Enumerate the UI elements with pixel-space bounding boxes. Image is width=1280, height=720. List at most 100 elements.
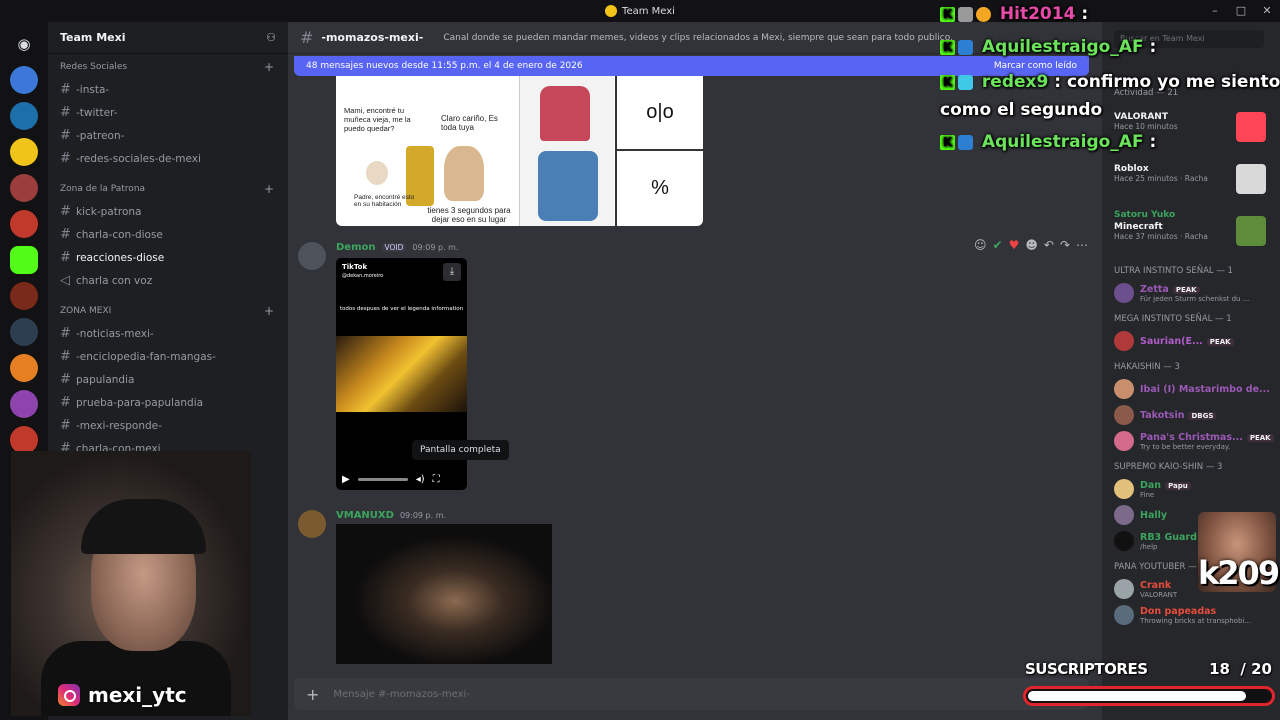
add-channel-icon[interactable]: + bbox=[264, 60, 274, 74]
member-status: /help bbox=[1140, 542, 1158, 551]
meme-figure-reader bbox=[538, 151, 598, 221]
channel-twitter[interactable]: # -twitter- bbox=[48, 101, 288, 124]
reaction-heart-icon[interactable]: ♥ bbox=[1009, 238, 1020, 252]
download-icon[interactable]: ⤓ bbox=[443, 263, 461, 281]
kick-server-icon[interactable] bbox=[10, 246, 38, 274]
speaker-icon: ◁ bbox=[60, 273, 70, 288]
roblox-icon bbox=[1236, 164, 1266, 194]
video-frame bbox=[336, 336, 467, 412]
badge-icon bbox=[976, 6, 991, 22]
category-patrona[interactable]: Zona de la Patrona + bbox=[48, 176, 288, 200]
forward-icon[interactable]: ↷ bbox=[1060, 238, 1070, 252]
reaction-laugh-icon[interactable]: ☺ bbox=[974, 238, 987, 252]
play-icon[interactable]: ▶ bbox=[342, 474, 350, 485]
message-input[interactable]: + Mensaje #-momazos-mexi- ⧉ ▤ bbox=[294, 678, 1089, 710]
reply-icon[interactable]: ↶ bbox=[1044, 238, 1054, 252]
reaction-check-icon[interactable]: ✔ bbox=[993, 238, 1003, 252]
category-redes[interactable]: Redes Sociales + bbox=[48, 54, 288, 78]
channel-charla-con-diose[interactable]: # charla-con-diose bbox=[48, 223, 288, 246]
attach-plus-icon[interactable]: + bbox=[306, 685, 319, 704]
channel-charla-con-voz[interactable]: ◁ charla con voz bbox=[48, 269, 288, 292]
member-item[interactable]: Ibai (I) Mastarimbo de... bbox=[1114, 376, 1280, 402]
badge-icon bbox=[958, 39, 973, 55]
username[interactable]: VMANUXD bbox=[336, 510, 394, 521]
overlay-text: : bbox=[1081, 4, 1089, 24]
channel-label: -patreon- bbox=[76, 129, 125, 142]
avatar[interactable] bbox=[298, 242, 326, 270]
channel-reacciones-diose[interactable]: # reacciones-diose bbox=[48, 246, 288, 269]
overlay-text: : bbox=[1149, 37, 1157, 57]
overlay-text: : confirmo yo me siento bbox=[1054, 72, 1280, 92]
video-progress-bar[interactable] bbox=[357, 477, 408, 481]
member-item[interactable]: Dan Papu Fine bbox=[1114, 476, 1280, 502]
timestamp: 09:09 p. m. bbox=[399, 511, 447, 520]
direct-messages-icon[interactable]: ◉ bbox=[10, 30, 38, 58]
video-source-label: TikTok @dekan.moreiro bbox=[342, 263, 383, 279]
more-icon[interactable]: ⋯ bbox=[1076, 238, 1088, 252]
member-info: Hally bbox=[1140, 510, 1167, 521]
channel-papulandia[interactable]: # papulandia bbox=[48, 368, 288, 391]
channel-insta[interactable]: # -insta- bbox=[48, 78, 288, 101]
server-icon-4[interactable] bbox=[10, 174, 38, 202]
member-name: Takotsin DBGS bbox=[1140, 409, 1217, 421]
add-channel-icon[interactable]: + bbox=[264, 182, 274, 196]
attached-image[interactable] bbox=[336, 524, 552, 664]
message-actions: ☺ ✔ ♥ ☻ ↶ ↷ ⋯ bbox=[974, 238, 1088, 252]
channel-mexi-responde[interactable]: # -mexi-responde- bbox=[48, 414, 288, 437]
activity-card-roblox[interactable]: Roblox Hace 25 minutos · Racha bbox=[1114, 154, 1280, 206]
window-title-wrap: Team Mexi bbox=[605, 5, 675, 17]
member-item[interactable]: Takotsin DBGS bbox=[1114, 402, 1280, 428]
server-icon-11[interactable] bbox=[10, 426, 38, 454]
member-badge: Papu bbox=[1165, 481, 1191, 490]
server-icon-9[interactable] bbox=[10, 354, 38, 382]
add-reaction-icon[interactable]: ☻ bbox=[1025, 238, 1038, 252]
member-status: Für jeden Sturm schenkst du ... bbox=[1140, 294, 1250, 303]
activity-card-minecraft[interactable]: Satoru Yuko Minecraft Hace 37 minutos · … bbox=[1114, 206, 1280, 258]
member-status: Try to be better everyday. bbox=[1140, 442, 1231, 451]
subs-progress-track bbox=[1023, 686, 1275, 706]
meme-text-4: tienes 3 segundos para dejar eso en su l… bbox=[427, 206, 511, 224]
overlay-user: Hit2014 bbox=[999, 4, 1076, 24]
member-name: RB3 Guard bbox=[1140, 531, 1197, 543]
channel-label: -enciclopedia-fan-mangas- bbox=[76, 350, 216, 363]
fullscreen-icon[interactable]: ⛶ bbox=[433, 474, 440, 485]
member-item[interactable]: Zetta PEAK Für jeden Sturm schenkst du ..… bbox=[1114, 280, 1280, 306]
server-icon-5[interactable] bbox=[10, 210, 38, 238]
kick-badge-icon: K bbox=[940, 6, 955, 22]
channel-prueba-papulandia[interactable]: # prueba-para-papulandia bbox=[48, 391, 288, 414]
meme-image[interactable]: Mami, encontré tu muñeca vieja, me la pu… bbox=[336, 76, 703, 226]
category-zona-mexi[interactable]: ZONA MEXI + bbox=[48, 298, 288, 322]
channel-noticias-mexi[interactable]: # -noticias-mexi- bbox=[48, 322, 288, 345]
hash-icon: # bbox=[300, 28, 314, 47]
add-channel-icon[interactable]: + bbox=[264, 304, 274, 318]
channel-enciclopedia[interactable]: # -enciclopedia-fan-mangas- bbox=[48, 345, 288, 368]
avatar[interactable] bbox=[298, 510, 326, 538]
username[interactable]: Demon bbox=[336, 242, 376, 253]
member-item[interactable]: Pana's Christmas... PEAK Try to be better… bbox=[1114, 428, 1280, 454]
peak-badge: PEAK bbox=[1206, 337, 1234, 346]
member-item[interactable]: Saurian(E... PEAK bbox=[1114, 328, 1280, 354]
server-icon-10[interactable] bbox=[10, 390, 38, 418]
avatar bbox=[1114, 405, 1134, 425]
member-item[interactable]: Don papeadas Throwing bricks at transpho… bbox=[1114, 602, 1280, 628]
server-icon-2[interactable] bbox=[10, 102, 38, 130]
channel-label: -insta- bbox=[76, 83, 110, 96]
server-icon-1[interactable] bbox=[10, 66, 38, 94]
channel-patreon[interactable]: # -patreon- bbox=[48, 124, 288, 147]
member-name-text: Takotsin bbox=[1140, 409, 1185, 421]
member-name: Zetta PEAK bbox=[1140, 284, 1249, 295]
channel-label: charla-con-diose bbox=[76, 228, 163, 241]
channel-redes-sociales[interactable]: # -redes-sociales-de-mexi bbox=[48, 147, 288, 170]
server-icon-7[interactable] bbox=[10, 282, 38, 310]
server-header[interactable]: Team Mexi ⚇ bbox=[48, 22, 288, 54]
add-member-icon[interactable]: ⚇ bbox=[266, 31, 276, 44]
channel-kick-patrona[interactable]: # kick-patrona bbox=[48, 200, 288, 223]
member-name-text: Pana's Christmas... bbox=[1140, 431, 1243, 443]
subs-count: 18 / 20 bbox=[1209, 660, 1272, 678]
member-name: Dan Papu bbox=[1140, 480, 1191, 491]
peak-badge: PEAK bbox=[1172, 285, 1200, 294]
server-icon-8[interactable] bbox=[10, 318, 38, 346]
peak-badge: PEAK bbox=[1246, 433, 1274, 442]
volume-icon[interactable]: ◂) bbox=[416, 474, 425, 485]
server-icon-team-mexi[interactable] bbox=[10, 138, 38, 166]
